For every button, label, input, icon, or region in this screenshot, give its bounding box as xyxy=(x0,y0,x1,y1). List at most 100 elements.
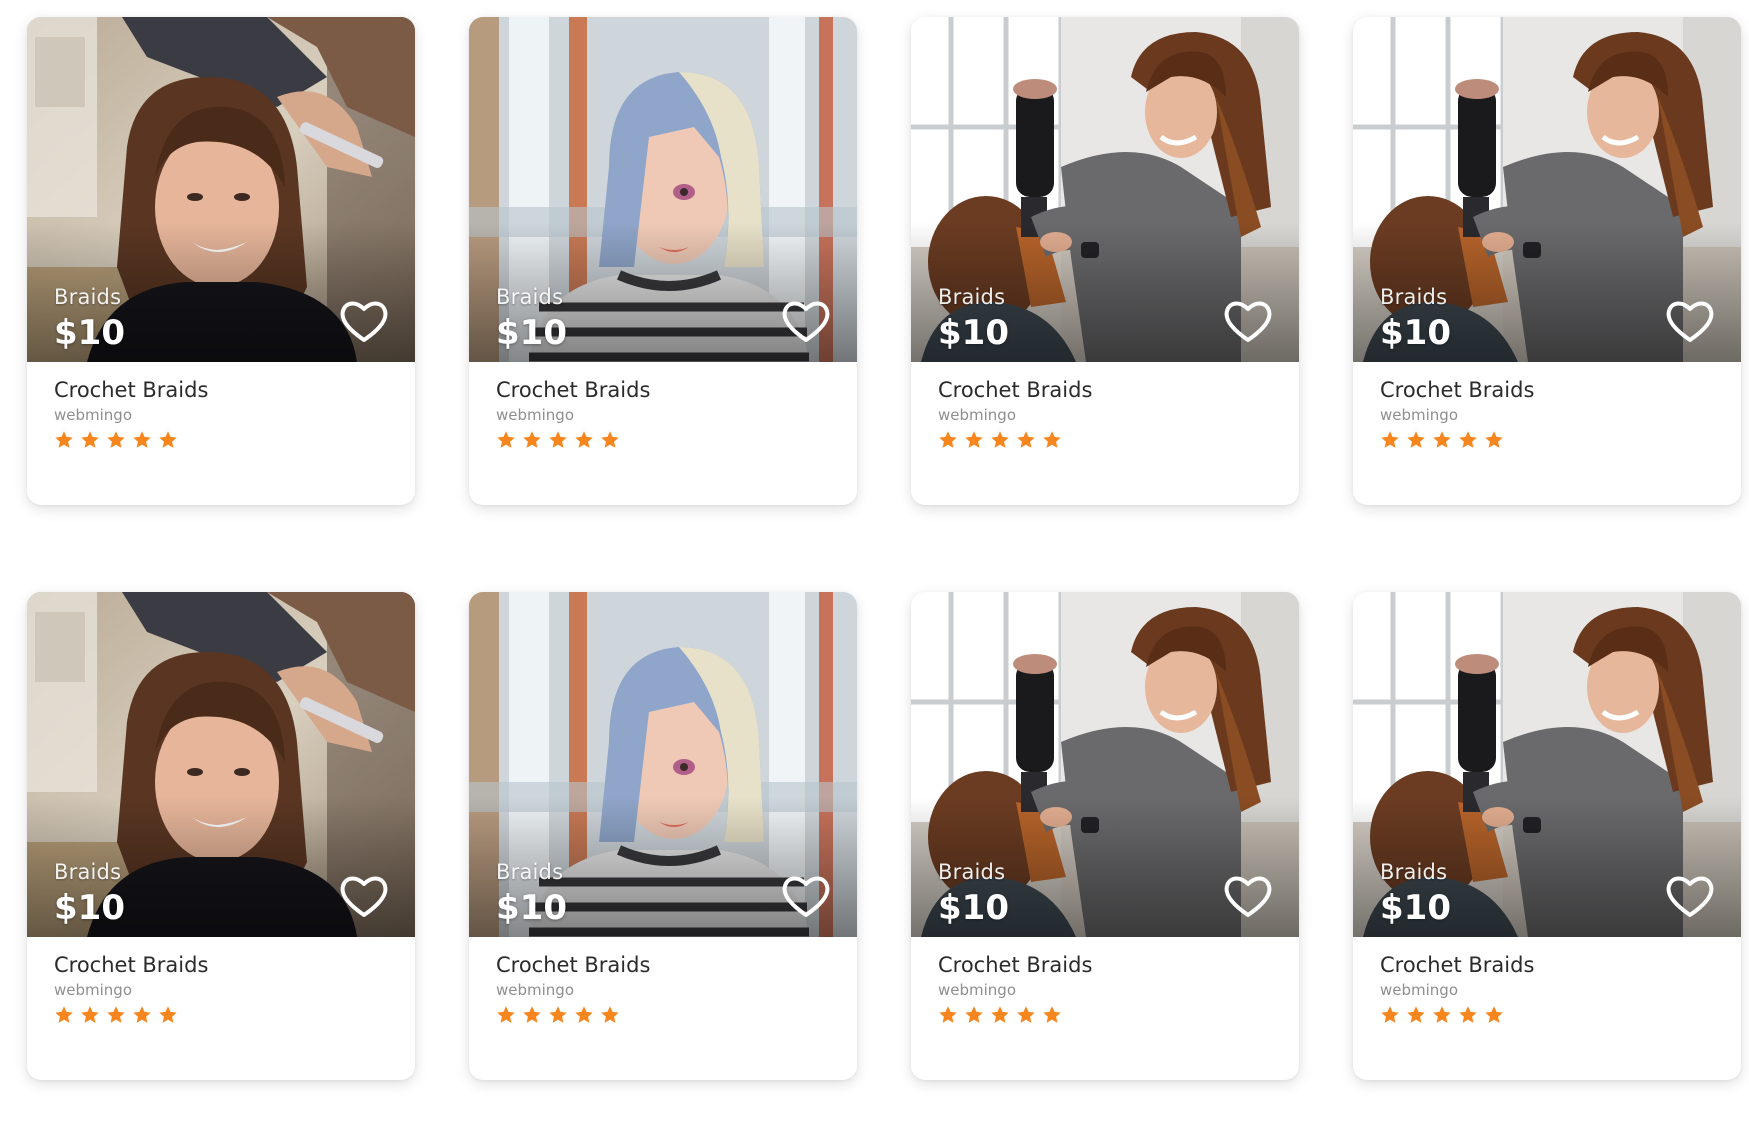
product-price: $10 xyxy=(54,313,125,353)
product-card[interactable]: Braids $10 Crochet Braids webmingo xyxy=(911,17,1299,505)
star-icon xyxy=(522,1005,542,1025)
product-title[interactable]: Crochet Braids xyxy=(1380,951,1714,979)
product-info: Crochet Braids webmingo xyxy=(27,362,415,450)
heart-outline-icon xyxy=(1223,298,1273,344)
star-icon xyxy=(1042,1005,1062,1025)
favorite-button[interactable] xyxy=(339,873,389,919)
product-vendor[interactable]: webmingo xyxy=(496,405,830,425)
star-icon xyxy=(600,430,620,450)
heart-outline-icon xyxy=(1223,873,1273,919)
star-icon xyxy=(106,1005,126,1025)
star-rating xyxy=(1380,1005,1714,1025)
product-title[interactable]: Crochet Braids xyxy=(496,951,830,979)
product-info: Crochet Braids webmingo xyxy=(27,937,415,1025)
product-title[interactable]: Crochet Braids xyxy=(54,376,388,404)
star-icon xyxy=(548,1005,568,1025)
star-icon xyxy=(1484,1005,1504,1025)
product-vendor[interactable]: webmingo xyxy=(938,405,1272,425)
product-category: Braids xyxy=(938,860,1006,884)
product-price: $10 xyxy=(938,313,1009,353)
product-image[interactable]: Braids $10 xyxy=(469,17,857,362)
product-image[interactable]: Braids $10 xyxy=(911,17,1299,362)
star-icon xyxy=(574,430,594,450)
product-card[interactable]: Braids $10 Crochet Braids webmingo xyxy=(1353,592,1741,1080)
star-icon xyxy=(574,1005,594,1025)
product-title[interactable]: Crochet Braids xyxy=(496,376,830,404)
product-price: $10 xyxy=(1380,313,1451,353)
heart-outline-icon xyxy=(781,298,831,344)
product-category: Braids xyxy=(54,285,122,309)
product-card[interactable]: Braids $10 Crochet Braids webmingo xyxy=(469,592,857,1080)
product-info: Crochet Braids webmingo xyxy=(911,362,1299,450)
product-vendor[interactable]: webmingo xyxy=(938,980,1272,1000)
star-icon xyxy=(1380,430,1400,450)
star-icon xyxy=(1458,1005,1478,1025)
product-category: Braids xyxy=(496,285,564,309)
favorite-button[interactable] xyxy=(339,298,389,344)
product-category: Braids xyxy=(938,285,1006,309)
product-price: $10 xyxy=(496,313,567,353)
product-price: $10 xyxy=(1380,888,1451,928)
product-card[interactable]: Braids $10 Crochet Braids webmingo xyxy=(27,17,415,505)
product-title[interactable]: Crochet Braids xyxy=(938,376,1272,404)
product-image[interactable]: Braids $10 xyxy=(1353,592,1741,937)
product-image[interactable]: Braids $10 xyxy=(911,592,1299,937)
product-vendor[interactable]: webmingo xyxy=(54,405,388,425)
product-card[interactable]: Braids $10 Crochet Braids webmingo xyxy=(469,17,857,505)
product-image[interactable]: Braids $10 xyxy=(1353,17,1741,362)
product-card[interactable]: Braids $10 Crochet Braids webmingo xyxy=(27,592,415,1080)
star-icon xyxy=(132,1005,152,1025)
star-rating xyxy=(54,430,388,450)
product-category: Braids xyxy=(1380,285,1448,309)
star-icon xyxy=(938,1005,958,1025)
favorite-button[interactable] xyxy=(1223,873,1273,919)
star-icon xyxy=(80,430,100,450)
star-icon xyxy=(80,1005,100,1025)
star-icon xyxy=(1458,430,1478,450)
star-icon xyxy=(158,430,178,450)
product-info: Crochet Braids webmingo xyxy=(469,937,857,1025)
favorite-button[interactable] xyxy=(781,873,831,919)
favorite-button[interactable] xyxy=(1665,873,1715,919)
product-title[interactable]: Crochet Braids xyxy=(938,951,1272,979)
product-title[interactable]: Crochet Braids xyxy=(1380,376,1714,404)
product-price: $10 xyxy=(54,888,125,928)
star-icon xyxy=(964,430,984,450)
product-image[interactable]: Braids $10 xyxy=(27,17,415,362)
product-vendor[interactable]: webmingo xyxy=(496,980,830,1000)
star-rating xyxy=(1380,430,1714,450)
favorite-button[interactable] xyxy=(781,298,831,344)
star-icon xyxy=(54,1005,74,1025)
star-icon xyxy=(1406,1005,1426,1025)
heart-outline-icon xyxy=(339,873,389,919)
star-rating xyxy=(54,1005,388,1025)
heart-outline-icon xyxy=(1665,873,1715,919)
product-card[interactable]: Braids $10 Crochet Braids webmingo xyxy=(911,592,1299,1080)
star-icon xyxy=(990,1005,1010,1025)
star-rating xyxy=(496,1005,830,1025)
product-vendor[interactable]: webmingo xyxy=(1380,980,1714,1000)
star-icon xyxy=(496,430,516,450)
star-icon xyxy=(1042,430,1062,450)
product-vendor[interactable]: webmingo xyxy=(54,980,388,1000)
star-icon xyxy=(1484,430,1504,450)
star-icon xyxy=(600,1005,620,1025)
star-icon xyxy=(522,430,542,450)
star-rating xyxy=(938,430,1272,450)
product-vendor[interactable]: webmingo xyxy=(1380,405,1714,425)
star-icon xyxy=(132,430,152,450)
heart-outline-icon xyxy=(1665,298,1715,344)
star-icon xyxy=(496,1005,516,1025)
star-icon xyxy=(1406,430,1426,450)
star-rating xyxy=(496,430,830,450)
product-image[interactable]: Braids $10 xyxy=(469,592,857,937)
star-icon xyxy=(964,1005,984,1025)
star-icon xyxy=(158,1005,178,1025)
favorite-button[interactable] xyxy=(1665,298,1715,344)
product-info: Crochet Braids webmingo xyxy=(911,937,1299,1025)
product-card[interactable]: Braids $10 Crochet Braids webmingo xyxy=(1353,17,1741,505)
product-title[interactable]: Crochet Braids xyxy=(54,951,388,979)
favorite-button[interactable] xyxy=(1223,298,1273,344)
product-image[interactable]: Braids $10 xyxy=(27,592,415,937)
star-icon xyxy=(1016,430,1036,450)
